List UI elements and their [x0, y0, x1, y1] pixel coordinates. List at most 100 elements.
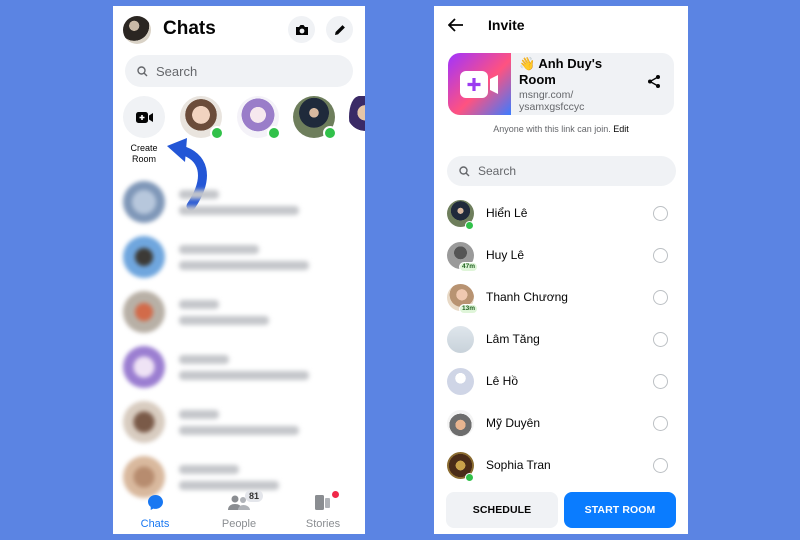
- chat-preview-blurred: [179, 206, 299, 215]
- chat-name-blurred: [179, 300, 219, 309]
- schedule-button[interactable]: SCHEDULE: [446, 492, 558, 528]
- select-radio[interactable]: [653, 290, 668, 305]
- tab-label: Stories: [305, 518, 341, 530]
- pencil-icon: [334, 24, 345, 35]
- contact-name: Huy Lê: [486, 248, 525, 262]
- select-radio[interactable]: [653, 332, 668, 347]
- chat-avatar: [123, 236, 165, 278]
- contact-row[interactable]: Lê Hồ: [434, 365, 688, 407]
- chat-preview-blurred: [179, 261, 309, 270]
- contact-row[interactable]: Mỹ Duyên: [434, 407, 688, 449]
- search-input[interactable]: Search: [447, 156, 676, 186]
- create-room-label: Create Room: [130, 143, 158, 164]
- chat-list-item[interactable]: [113, 341, 365, 396]
- invite-header: Invite: [446, 15, 676, 37]
- story-avatar[interactable]: [349, 96, 365, 138]
- start-room-button[interactable]: START ROOM: [564, 492, 676, 528]
- contact-row[interactable]: Lâm Tăng: [434, 323, 688, 365]
- room-link[interactable]: msngr.com/ysamxgsfccyc: [519, 89, 584, 113]
- profile-avatar[interactable]: [123, 16, 151, 44]
- search-placeholder: Search: [478, 164, 517, 178]
- chat-avatar: [123, 401, 165, 443]
- create-room-button[interactable]: [123, 96, 165, 138]
- chat-list-item[interactable]: [113, 286, 365, 341]
- share-icon[interactable]: [648, 75, 660, 88]
- chat-avatar: [123, 346, 165, 388]
- note-text: Anyone with this link can join.: [493, 124, 611, 134]
- room-icon: [448, 53, 511, 115]
- notification-dot: [332, 491, 339, 498]
- chat-list-item[interactable]: [113, 176, 365, 231]
- back-arrow-icon[interactable]: [448, 18, 464, 32]
- contact-name: Lê Hồ: [486, 374, 519, 388]
- last-active-badge: 13m: [459, 304, 479, 314]
- stories-row: Create Room: [113, 96, 365, 166]
- select-radio[interactable]: [653, 416, 668, 431]
- video-plus-icon: [135, 111, 153, 123]
- tab-people[interactable]: 81 People: [197, 490, 281, 530]
- select-radio[interactable]: [653, 248, 668, 263]
- chat-bubble-icon: [147, 495, 163, 510]
- chat-avatar: [123, 291, 165, 333]
- wave-emoji: 👋: [519, 56, 536, 71]
- contact-row[interactable]: Hiển Lê: [434, 197, 688, 239]
- compose-button[interactable]: [326, 16, 353, 43]
- chat-name-blurred: [179, 410, 219, 419]
- link-part: ysamxgsfccyc: [519, 101, 585, 113]
- chat-avatar: [123, 181, 165, 223]
- select-radio[interactable]: [653, 458, 668, 473]
- contact-avatar: [447, 410, 474, 437]
- video-plus-icon: [459, 70, 498, 98]
- select-radio[interactable]: [653, 206, 668, 221]
- default-avatar-icon: [447, 368, 474, 395]
- chat-list-item[interactable]: [113, 396, 365, 451]
- tab-label: People: [221, 518, 257, 530]
- tab-label: Chats: [140, 518, 170, 530]
- chat-preview-blurred: [179, 481, 279, 490]
- contact-name: Sophia Tran: [486, 458, 551, 472]
- contact-avatar: [447, 326, 474, 353]
- select-radio[interactable]: [653, 374, 668, 389]
- online-indicator: [267, 126, 281, 140]
- contact-row[interactable]: 13m Thanh Chương: [434, 281, 688, 323]
- chat-preview-blurred: [179, 426, 299, 435]
- invite-screen: Invite 👋 Anh Duy's Room msngr.com/ysamxg…: [434, 6, 688, 534]
- contact-name: Lâm Tăng: [486, 332, 540, 346]
- chat-preview-blurred: [179, 316, 269, 325]
- link-access-note: Anyone with this link can join. Edit: [434, 124, 688, 134]
- contact-row[interactable]: Sophia Tran: [434, 449, 688, 491]
- chats-header: Chats: [123, 16, 355, 44]
- stories-icon: [315, 495, 330, 510]
- people-count-badge: 81: [245, 490, 264, 502]
- contact-row[interactable]: 47m Huy Lê: [434, 239, 688, 281]
- page-title: Chats: [163, 18, 216, 39]
- online-indicator: [323, 126, 337, 140]
- search-placeholder: Search: [156, 63, 198, 79]
- room-name: 👋 Anh Duy's Room: [519, 56, 619, 88]
- search-input[interactable]: Search: [125, 55, 353, 87]
- contact-name: Mỹ Duyên: [486, 416, 541, 430]
- tab-stories[interactable]: Stories: [281, 491, 365, 530]
- search-icon: [137, 65, 148, 76]
- chat-preview-blurred: [179, 371, 309, 380]
- search-icon: [459, 165, 470, 176]
- chat-name-blurred: [179, 190, 219, 199]
- chat-name-blurred: [179, 245, 259, 254]
- chat-name-blurred: [179, 465, 239, 474]
- page-title: Invite: [488, 17, 525, 33]
- contact-name: Thanh Chương: [486, 290, 568, 304]
- chats-screen: Chats Search Create Room Chats 81 People…: [113, 6, 365, 534]
- bottom-tab-bar: Chats 81 People Stories: [113, 490, 365, 534]
- online-indicator: [465, 221, 474, 230]
- contact-name: Hiển Lê: [486, 206, 528, 220]
- online-indicator: [465, 473, 474, 482]
- tab-chats[interactable]: Chats: [113, 494, 197, 530]
- room-card: 👋 Anh Duy's Room msngr.com/ysamxgsfccyc: [448, 53, 674, 115]
- edit-link[interactable]: Edit: [613, 124, 629, 134]
- camera-button[interactable]: [288, 16, 315, 43]
- chat-list-item[interactable]: [113, 231, 365, 286]
- camera-icon: [295, 24, 308, 35]
- last-active-badge: 47m: [459, 262, 479, 272]
- chat-name-blurred: [179, 355, 229, 364]
- link-part: msngr.com/: [519, 89, 574, 101]
